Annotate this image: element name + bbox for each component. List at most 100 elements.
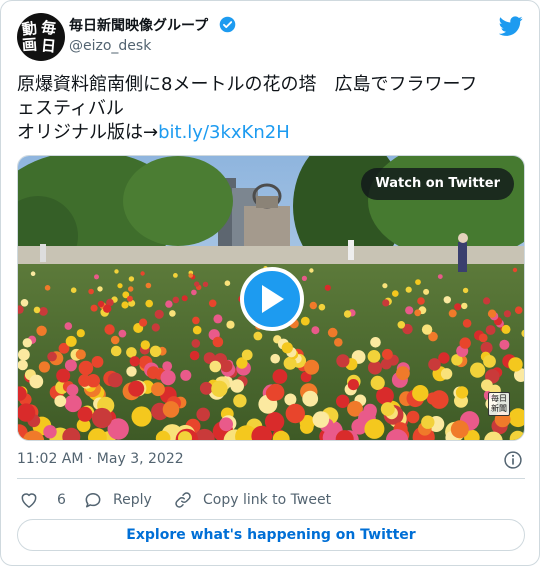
rose-flower (382, 283, 388, 289)
rose-flower (202, 281, 209, 287)
rose-flower (140, 271, 145, 276)
tweet-text-line: 原爆資料館南側に8メートルの花の塔 広島でフラワーフ (17, 74, 478, 95)
rose-flower (126, 366, 137, 377)
explore-twitter-button[interactable]: Explore what's happening on Twitter (17, 519, 525, 551)
rose-flower (270, 353, 280, 364)
tweet-text-line: オリジナル版は→bit.ly/3kxKn2H (17, 121, 525, 145)
rose-flower (140, 340, 150, 350)
rose-flower (284, 393, 297, 406)
rose-flower (56, 368, 71, 383)
rose-flower (145, 299, 153, 308)
rose-flower (64, 322, 73, 330)
rose-flower (219, 417, 234, 432)
watermark-line: 毎日 (491, 394, 507, 403)
rose-flower (29, 374, 44, 389)
rose-flower (97, 300, 105, 308)
rose-flower (173, 273, 178, 278)
rose-flower (512, 267, 518, 273)
rose-flower (128, 380, 145, 397)
rose-flower (76, 329, 85, 338)
rose-flower (481, 379, 493, 392)
rose-flower (415, 279, 421, 285)
rose-flower (437, 274, 443, 279)
rose-flower (110, 345, 122, 357)
rose-flower (412, 385, 429, 402)
rose-flower (483, 355, 496, 368)
rose-flower (107, 372, 123, 388)
rose-flower (65, 335, 77, 347)
info-icon[interactable] (503, 450, 523, 470)
rose-flower (189, 350, 200, 361)
video-thumbnail[interactable]: Watch on Twitter 毎日 新聞 (17, 155, 525, 441)
rose-flower (230, 379, 244, 393)
rose-flower (18, 348, 30, 361)
tweet-text: 原爆資料館南側に8メートルの花の塔 広島でフラワーフ ェスティバル オリジナル版… (17, 73, 525, 145)
rose-flower (370, 375, 385, 390)
tweet-text-line: ェスティバル (17, 98, 124, 119)
rose-flower (336, 394, 350, 408)
avatar-glyph: 日 (40, 36, 57, 56)
rose-flower (47, 351, 57, 362)
rose-flower (300, 316, 310, 326)
like-button[interactable]: 6 (19, 489, 66, 511)
rose-flower (54, 395, 67, 407)
rose-flower (414, 309, 422, 317)
rose-flower (66, 384, 79, 396)
play-button[interactable] (240, 267, 304, 331)
rose-flower (110, 335, 120, 345)
rose-flower (117, 283, 123, 289)
rose-flower (194, 281, 200, 287)
watermark-logo: 毎日 新聞 (488, 392, 510, 416)
rose-flower (70, 287, 77, 293)
rose-flower (224, 280, 231, 286)
rose-flower (483, 297, 491, 305)
rose-flower (77, 406, 93, 422)
rose-flower (154, 309, 164, 319)
tweet-link[interactable]: bit.ly/3kxKn2H (158, 122, 290, 143)
rose-flower (392, 290, 399, 297)
rose-flower (88, 288, 94, 295)
rose-flower (311, 326, 320, 335)
rose-flower (78, 360, 94, 376)
rose-flower (347, 379, 359, 391)
divider (17, 478, 525, 479)
rose-flower (90, 304, 98, 312)
rose-flower (172, 296, 180, 304)
reply-button[interactable]: Reply (83, 489, 152, 511)
author-name[interactable]: 毎日新聞映像グループ (69, 15, 208, 35)
author-handle[interactable]: @eizo_desk (69, 38, 151, 54)
rose-flower (324, 284, 331, 291)
rose-flower (196, 407, 210, 422)
twitter-bird-icon[interactable] (499, 14, 523, 38)
rose-flower (336, 354, 350, 368)
rose-flower (91, 356, 104, 368)
rose-flower (131, 406, 152, 427)
rose-flower (448, 309, 457, 318)
copy-link-button[interactable]: Copy link to Tweet (173, 489, 331, 511)
timestamp[interactable]: 11:02 AM · May 3, 2022 (17, 451, 184, 467)
rose-flower (396, 366, 410, 381)
rose-flower (426, 392, 439, 405)
rose-flower (128, 286, 134, 292)
rose-flower (146, 366, 160, 379)
avatar[interactable]: 動 毎 画 日 (17, 13, 65, 61)
rose-flower (455, 386, 469, 399)
watch-on-twitter-button[interactable]: Watch on Twitter (361, 168, 514, 200)
rose-flower (253, 331, 263, 341)
rose-flower (129, 356, 140, 367)
rose-flower (43, 425, 57, 439)
rose-flower (462, 319, 472, 328)
rose-flower (75, 349, 86, 360)
rose-flower (213, 314, 223, 324)
rose-flower (211, 380, 228, 397)
rose-flower (145, 282, 152, 289)
rose-flower (104, 324, 115, 335)
rose-flower (485, 325, 496, 335)
rose-flower (30, 271, 36, 276)
rose-flower (327, 327, 338, 338)
rose-flower (151, 382, 165, 397)
rose-flower (499, 339, 510, 350)
verified-badge-icon (219, 16, 236, 33)
link-icon (175, 492, 191, 508)
rose-flower (343, 310, 352, 318)
